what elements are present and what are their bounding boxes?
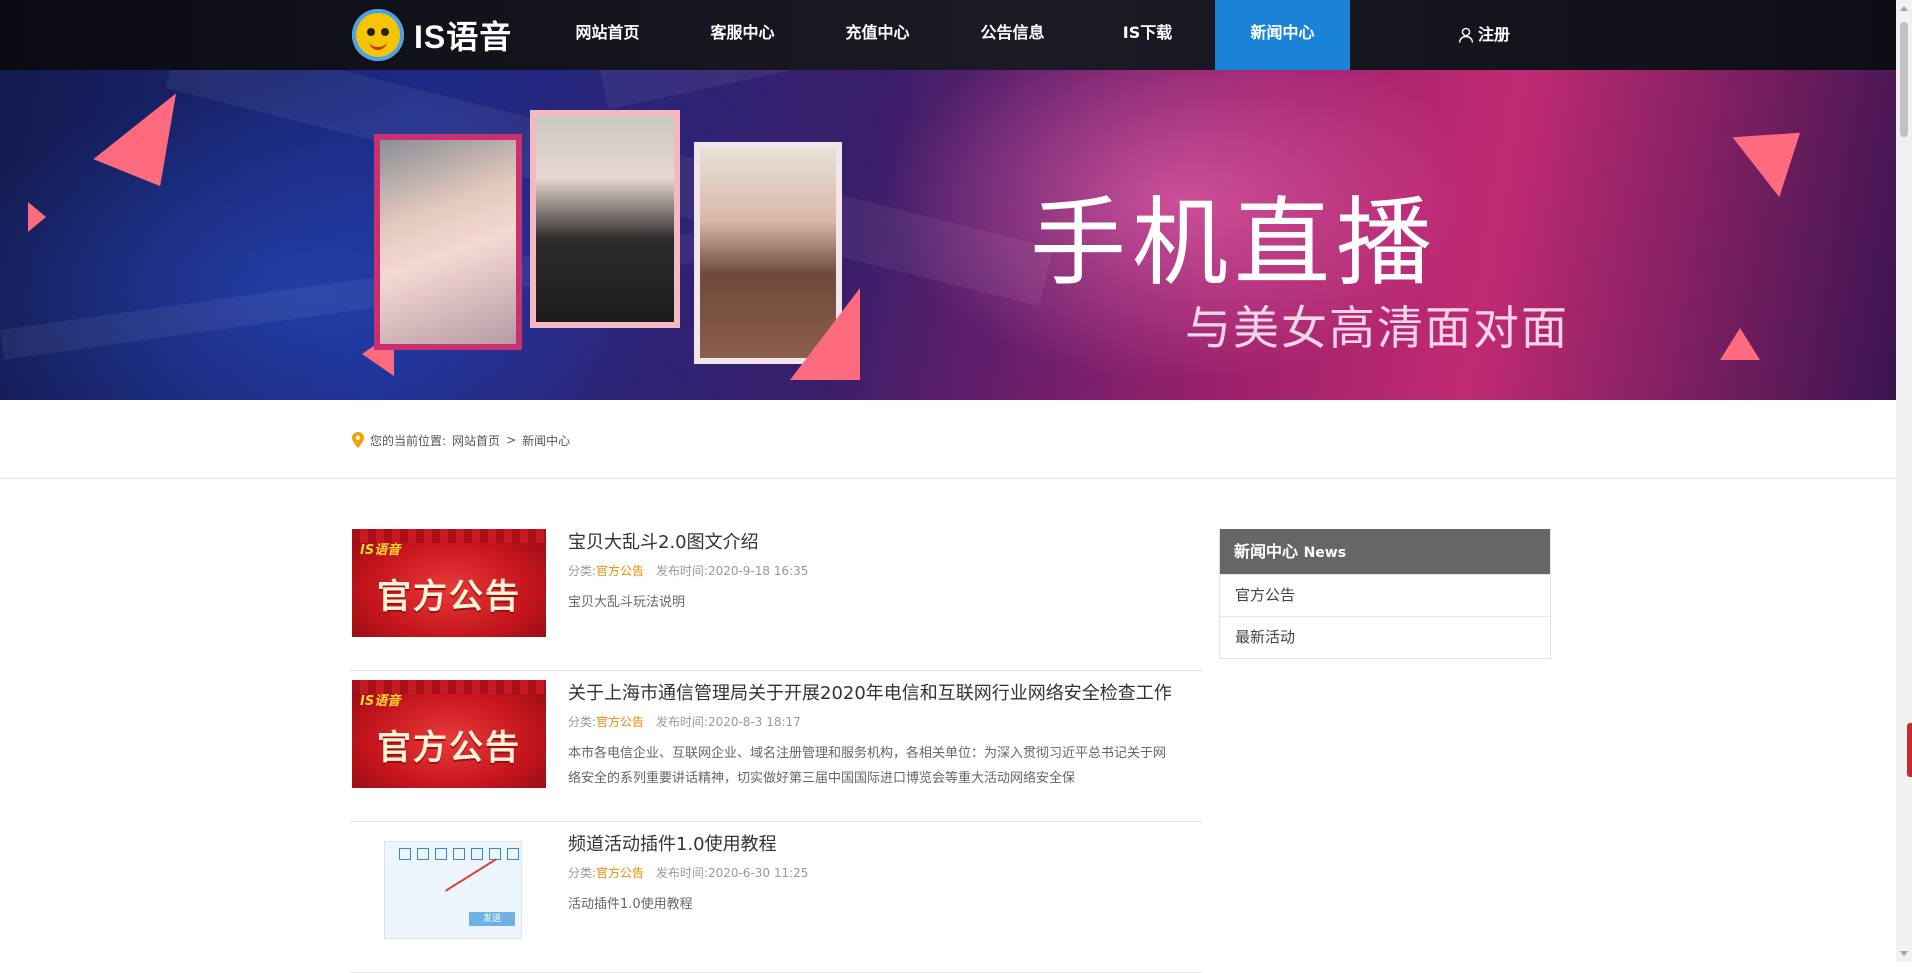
nav-item-announcements[interactable]: 公告信息 bbox=[945, 0, 1080, 70]
banner-title: 手机直播 bbox=[1030, 187, 1438, 299]
news-meta: 分类:官方公告 发布时间:2020-8-3 18:17 bbox=[568, 713, 801, 730]
news-category-sidebar: 新闻中心 News 官方公告 最新活动 bbox=[1219, 529, 1551, 659]
news-item[interactable]: IS语音 官方公告 宝贝大乱斗2.0图文介绍 分类:官方公告 发布时间:2020… bbox=[350, 520, 1202, 671]
news-thumbnail[interactable]: IS语音 官方公告 bbox=[352, 680, 546, 788]
thumb-brand: IS语音 bbox=[360, 694, 401, 709]
vertical-scrollbar[interactable] bbox=[1896, 0, 1912, 962]
news-list: IS语音 官方公告 宝贝大乱斗2.0图文介绍 分类:官方公告 发布时间:2020… bbox=[350, 520, 1202, 973]
news-category[interactable]: 官方公告 bbox=[596, 866, 644, 880]
sidebar-title-cn: 新闻中心 bbox=[1234, 542, 1299, 561]
mascot-icon bbox=[352, 9, 404, 61]
toolbar-screenshot: 发送 bbox=[384, 841, 522, 939]
thumb-send: 发送 bbox=[469, 912, 515, 926]
register-label: 注册 bbox=[1478, 25, 1511, 44]
breadcrumb: 您的当前位置: 网站首页 > 新闻中心 bbox=[352, 428, 570, 452]
breadcrumb-home[interactable]: 网站首页 bbox=[452, 432, 500, 449]
thumb-brand: IS语音 bbox=[360, 543, 401, 558]
news-time: 2020-6-30 11:25 bbox=[707, 866, 809, 880]
news-desc: 活动插件1.0使用教程 bbox=[568, 897, 693, 912]
time-label: 发布时间: bbox=[655, 564, 708, 578]
news-thumbnail[interactable]: IS语音 官方公告 bbox=[352, 529, 546, 637]
category-label: 分类: bbox=[568, 866, 597, 880]
banner-subtitle: 与美女高清面对面 bbox=[1185, 301, 1569, 355]
sidebar-item-latest[interactable]: 最新活动 bbox=[1220, 616, 1550, 658]
banner-photo bbox=[374, 134, 522, 350]
nav-item-recharge[interactable]: 充值中心 bbox=[810, 0, 945, 70]
category-label: 分类: bbox=[568, 564, 597, 578]
sidebar-item-official[interactable]: 官方公告 bbox=[1220, 574, 1550, 616]
news-category[interactable]: 官方公告 bbox=[596, 715, 644, 729]
register-link[interactable]: 注册 bbox=[1458, 0, 1510, 70]
news-category[interactable]: 官方公告 bbox=[596, 564, 644, 578]
top-navigation-bar: IS语音 网站首页 客服中心 充值中心 公告信息 IS下载 新闻中心 注册 bbox=[0, 0, 1896, 70]
news-desc: 宝贝大乱斗玩法说明 bbox=[568, 595, 686, 610]
category-label: 分类: bbox=[568, 715, 597, 729]
location-pin-icon bbox=[352, 432, 364, 448]
scrollbar-thumb[interactable] bbox=[1900, 22, 1908, 137]
time-label: 发布时间: bbox=[655, 715, 708, 729]
news-title[interactable]: 关于上海市通信管理局关于开展2020年电信和互联网行业网络安全检查工作 bbox=[568, 679, 1172, 705]
breadcrumb-current[interactable]: 新闻中心 bbox=[522, 432, 570, 449]
decor-triangle bbox=[1720, 328, 1760, 360]
news-time: 2020-9-18 16:35 bbox=[707, 564, 809, 578]
sidebar-title-en: News bbox=[1303, 545, 1347, 561]
news-time: 2020-8-3 18:17 bbox=[707, 715, 801, 729]
decor-triangle bbox=[790, 288, 860, 380]
scroll-up-icon[interactable] bbox=[1900, 6, 1908, 11]
site-logo[interactable]: IS语音 bbox=[352, 8, 512, 62]
news-title[interactable]: 宝贝大乱斗2.0图文介绍 bbox=[568, 528, 759, 554]
news-meta: 分类:官方公告 发布时间:2020-9-18 16:35 bbox=[568, 562, 808, 579]
nav-item-news[interactable]: 新闻中心 bbox=[1215, 0, 1350, 70]
banner-photo bbox=[530, 110, 680, 328]
news-item[interactable]: 发送 频道活动插件1.0使用教程 分类:官方公告 发布时间:2020-6-30 … bbox=[350, 822, 1202, 973]
arrow-icon bbox=[445, 858, 497, 892]
nav-item-download[interactable]: IS下载 bbox=[1080, 0, 1215, 70]
section-divider bbox=[0, 478, 1896, 479]
floating-side-tab[interactable] bbox=[1907, 723, 1912, 777]
logo-text: IS语音 bbox=[414, 19, 513, 55]
news-meta: 分类:官方公告 发布时间:2020-6-30 11:25 bbox=[568, 864, 808, 881]
news-title[interactable]: 频道活动插件1.0使用教程 bbox=[568, 830, 777, 856]
sidebar-title: 新闻中心 News bbox=[1220, 529, 1550, 574]
hero-banner[interactable]: 手机直播 与美女高清面对面 bbox=[0, 70, 1896, 400]
main-nav: 网站首页 客服中心 充值中心 公告信息 IS下载 新闻中心 bbox=[540, 0, 1350, 70]
scroll-down-icon[interactable] bbox=[1900, 951, 1908, 956]
breadcrumb-prefix: 您的当前位置: bbox=[370, 433, 447, 448]
decor-triangle bbox=[28, 202, 46, 232]
news-item[interactable]: IS语音 官方公告 关于上海市通信管理局关于开展2020年电信和互联网行业网络安… bbox=[350, 671, 1202, 822]
news-thumbnail[interactable]: 发送 bbox=[352, 831, 546, 939]
decor-triangle bbox=[1732, 102, 1824, 198]
time-label: 发布时间: bbox=[655, 866, 708, 880]
thumb-text: 官方公告 bbox=[377, 577, 521, 617]
nav-item-home[interactable]: 网站首页 bbox=[540, 0, 675, 70]
thumb-text: 官方公告 bbox=[377, 728, 521, 768]
news-desc: 本市各电信企业、互联网企业、域名注册管理和服务机构，各相关单位：为深入贯彻习近平… bbox=[568, 746, 1167, 786]
user-icon bbox=[1458, 27, 1474, 43]
nav-item-service[interactable]: 客服中心 bbox=[675, 0, 810, 70]
breadcrumb-separator: > bbox=[506, 433, 517, 447]
